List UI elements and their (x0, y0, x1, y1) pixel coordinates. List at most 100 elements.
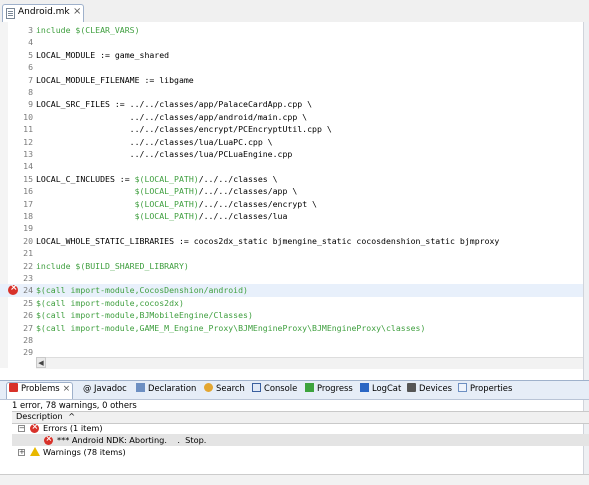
code-line[interactable]: 15 LOCAL_C_INCLUDES := $(LOCAL_PATH)/../.… (0, 173, 589, 185)
code-text: LOCAL_MODULE := game_shared (36, 49, 170, 60)
code-line[interactable]: 13 ../../classes/lua/PCLuaEngine.cpp (0, 148, 589, 160)
tab-devices[interactable]: Devices (407, 383, 452, 397)
vertical-scrollbar[interactable] (583, 22, 589, 474)
error-icon (44, 434, 53, 445)
line-number: 8 (28, 87, 33, 97)
code-text: $(call import-module,CocosDenshion/andro… (36, 285, 248, 296)
code-line[interactable]: 19 (0, 222, 589, 234)
problems-icon (9, 383, 18, 392)
line-number: 3 (28, 25, 33, 35)
close-icon[interactable]: × (73, 6, 81, 17)
code-line[interactable]: 9 LOCAL_SRC_FILES := ../../classes/app/Pa… (0, 98, 589, 110)
tab-declaration[interactable]: Declaration (136, 383, 196, 397)
close-icon[interactable]: × (63, 384, 71, 394)
declaration-icon (136, 383, 145, 392)
code-line[interactable]: 11 ../../classes/encrypt/PCEncryptUtil.c… (0, 123, 589, 135)
code-line[interactable]: 4 (0, 36, 589, 48)
code-line[interactable]: 28 (0, 334, 589, 346)
code-line[interactable]: 23 (0, 272, 589, 284)
code-line[interactable]: 12 ../../classes/lua/LuaPC.cpp \ (0, 136, 589, 148)
editor-tab-label: Android.mk (18, 7, 70, 17)
code-text: ../../classes/lua/LuaPC.cpp \ (36, 136, 273, 147)
code-text: LOCAL_C_INCLUDES := $(LOCAL_PATH)/../../… (36, 173, 278, 184)
code-text: $(LOCAL_PATH)/../../classes/encrypt \ (134, 198, 317, 209)
code-line[interactable]: 27 $(call import-module,GAME_M_Engine_Pro… (0, 322, 589, 334)
tab-progress[interactable]: Progress (305, 383, 353, 397)
code-line[interactable]: 8 (0, 86, 589, 98)
horizontal-scrollbar[interactable] (36, 357, 589, 369)
tab-properties[interactable]: Properties (458, 383, 512, 397)
warnings-group-row[interactable]: + Warnings (78 items) (12, 446, 589, 458)
line-number: 26 (23, 310, 33, 321)
code-line[interactable]: 18 $(LOCAL_PATH)/../../classes/lua (0, 210, 589, 222)
code-line[interactable]: 6 (0, 61, 589, 73)
code-line[interactable]: 7 LOCAL_MODULE_FILENAME := libgame (0, 74, 589, 86)
code-text: $(call import-module,cocos2dx) (36, 297, 184, 308)
warnings-group-label: Warnings (78 items) (43, 447, 126, 457)
column-header-text: Description (16, 411, 63, 421)
tab-label: Problems (21, 383, 60, 393)
code-line[interactable]: 5 LOCAL_MODULE := game_shared (0, 49, 589, 61)
line-number: 29 (23, 347, 33, 358)
expand-icon[interactable]: + (18, 449, 25, 456)
line-number: 6 (28, 62, 33, 73)
errors-group-row[interactable]: − Errors (1 item) (12, 422, 589, 434)
editor-tab-bar: Android.mk × (0, 0, 589, 23)
line-number: 22 (23, 260, 33, 271)
code-text: ../../classes/app/android/main.cpp \ (36, 111, 308, 122)
tab-label: LogCat (372, 383, 402, 393)
error-item-row[interactable]: *** Android NDK: Aborting. . Stop. (12, 434, 589, 446)
editor-tab-android-mk[interactable]: Android.mk × (2, 4, 84, 22)
column-header-label[interactable]: Description ^ (16, 411, 75, 421)
logcat-icon (360, 383, 369, 392)
tab-search[interactable]: Search (204, 383, 245, 397)
tab-label: Console (264, 383, 298, 393)
tab-label: Search (216, 383, 245, 393)
tab-javadoc[interactable]: @ Javadoc (83, 383, 127, 397)
tab-label: Progress (317, 383, 353, 393)
code-line[interactable]: 16 $(LOCAL_PATH)/../../classes/app \ (0, 185, 589, 197)
line-number: 10 (23, 111, 33, 122)
line-number: 11 (23, 124, 33, 135)
line-number: 4 (28, 37, 33, 48)
devices-icon (407, 383, 416, 392)
errors-group-label: Errors (1 item) (43, 423, 103, 433)
panel-tab-bar: Problems × @ Javadoc Declaration Search C… (0, 380, 589, 400)
tab-console[interactable]: Console (252, 383, 297, 397)
code-line[interactable]: 17 $(LOCAL_PATH)/../../classes/encrypt \ (0, 198, 589, 210)
line-number: 27 (23, 322, 33, 333)
code-line[interactable]: 22 include $(BUILD_SHARED_LIBRARY) (0, 260, 589, 272)
line-number: 19 (23, 223, 33, 234)
sort-indicator-icon: ^ (68, 411, 76, 421)
line-number: 17 (23, 198, 33, 209)
code-line[interactable]: 21 (0, 247, 589, 259)
line-number: 14 (23, 161, 33, 172)
code-text: $(LOCAL_PATH)/../../classes/lua (134, 211, 288, 221)
problems-summary: 1 error, 78 warnings, 0 others (12, 400, 137, 410)
code-text: include $(BUILD_SHARED_LIBRARY) (36, 260, 189, 271)
tab-logcat[interactable]: LogCat (360, 383, 401, 397)
code-line[interactable]: 25 $(call import-module,cocos2dx) (0, 297, 589, 309)
tab-label: @ Javadoc (83, 383, 127, 393)
tab-label: Properties (470, 383, 513, 393)
scroll-left-arrow-icon[interactable]: ◀ (36, 357, 46, 368)
code-line[interactable]: 10 ../../classes/app/android/main.cpp \ (0, 111, 589, 123)
progress-icon (305, 383, 314, 392)
tab-label: Devices (419, 383, 453, 393)
code-line[interactable]: 3 include $(CLEAR_VARS) (0, 24, 589, 36)
code-line[interactable]: 20 LOCAL_WHOLE_STATIC_LIBRARIES := cocos2… (0, 235, 589, 247)
collapse-icon[interactable]: − (18, 425, 25, 432)
line-number: 15 (23, 173, 33, 184)
code-line[interactable]: 14 (0, 160, 589, 172)
error-item-text: *** Android NDK: Aborting. . Stop. (57, 435, 207, 445)
line-number: 24 (23, 285, 33, 296)
panel-horizontal-scrollbar[interactable] (0, 474, 589, 485)
line-number: 18 (23, 211, 33, 221)
tab-problems[interactable]: Problems × (6, 382, 74, 399)
line-number: 13 (23, 149, 33, 159)
code-line[interactable]: 26 $(call import-module,BJMobileEngine/Cl… (0, 309, 589, 321)
code-line[interactable]: 24$(call import-module,CocosDenshion/and… (0, 283, 589, 297)
line-number: 16 (23, 186, 33, 197)
warning-icon (30, 447, 40, 456)
code-text: $(call import-module,GAME_M_Engine_Proxy… (36, 322, 426, 333)
